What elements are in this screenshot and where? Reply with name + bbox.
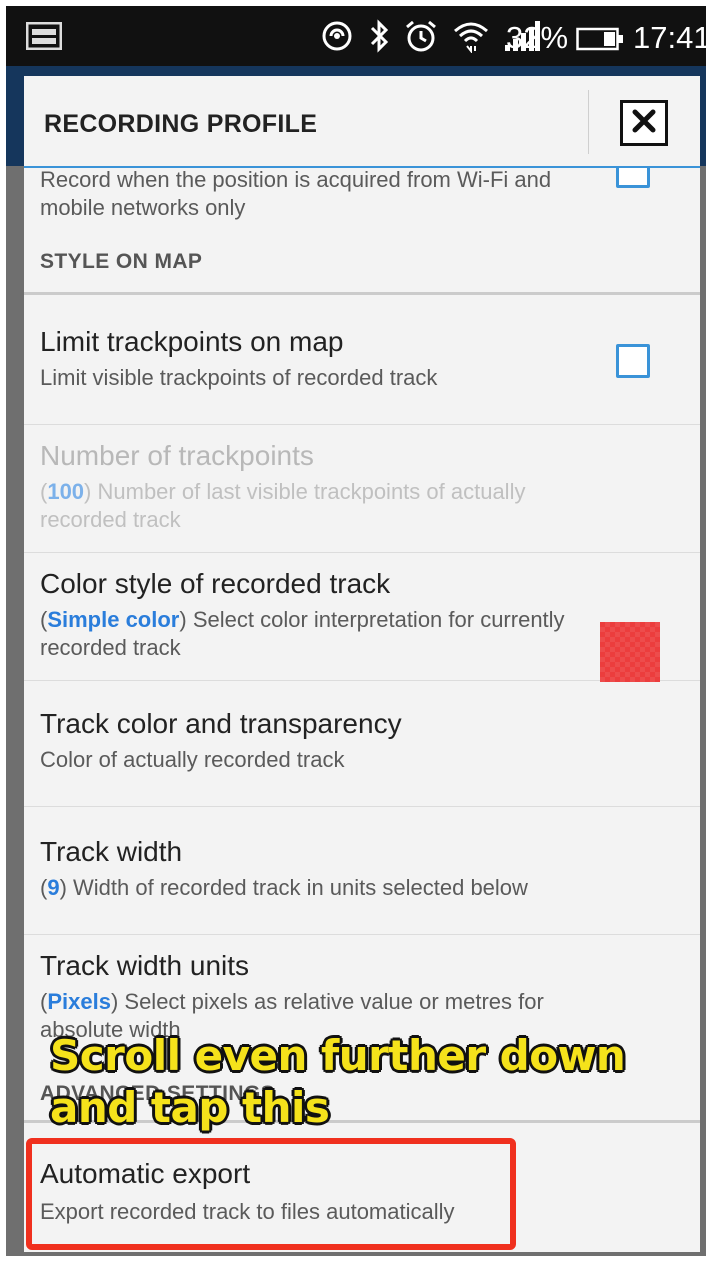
tutorial-callout: Scroll even further down and tap this — [50, 1030, 626, 1134]
setting-track-width-desc: Width of recorded track in units selecte… — [73, 875, 528, 900]
dialog-header: RECORDING PROFILE — [24, 76, 700, 168]
setting-network-only-checkbox[interactable] — [616, 168, 650, 188]
row-divider — [24, 424, 700, 425]
bluetooth-icon — [368, 18, 390, 58]
dialog-title: RECORDING PROFILE — [44, 110, 318, 138]
setting-track-width-units-title: Track width units — [40, 950, 250, 981]
row-divider — [24, 806, 700, 807]
setting-number-trackpoints-title: Number of trackpoints — [40, 440, 314, 471]
setting-track-width-title: Track width — [40, 836, 183, 867]
section-divider — [24, 292, 700, 295]
battery-icon — [576, 26, 626, 52]
highlight-box — [26, 1138, 516, 1250]
header-divider — [588, 90, 589, 154]
setting-color-style-title: Color style of recorded track — [40, 568, 391, 599]
setting-track-color-desc: Color of actually recorded track — [40, 747, 345, 772]
nfc-icon — [320, 19, 354, 58]
section-header-style: STYLE ON MAP — [40, 250, 203, 273]
screenshot-frame: 32% 17:41 RECORDING PROFILE Record when … — [0, 0, 712, 1262]
close-button[interactable] — [620, 100, 668, 146]
setting-limit-trackpoints-desc: Limit visible trackpoints of recorded tr… — [40, 365, 438, 390]
setting-network-only-desc: Record when the position is acquired fro… — [40, 168, 552, 220]
wifi-icon — [452, 19, 490, 58]
status-bar: 32% 17:41 — [6, 6, 711, 66]
setting-track-width-units-value: Pixels — [47, 989, 111, 1014]
screenshot-icon — [26, 22, 62, 50]
setting-color-style-value: Simple color — [47, 607, 180, 632]
row-divider — [24, 680, 700, 681]
setting-number-trackpoints-value: 100 — [47, 479, 85, 504]
alarm-icon — [404, 19, 438, 58]
track-color-swatch[interactable] — [600, 622, 660, 682]
clock-time: 17:41 — [633, 20, 711, 55]
setting-track-color-title: Track color and transparency — [40, 708, 402, 739]
callout-line-1: Scroll even further down — [50, 1031, 626, 1080]
battery-percent: 32% — [506, 20, 569, 55]
setting-number-trackpoints-desc: Number of last visible trackpoints of ac… — [40, 479, 526, 532]
callout-line-2: and tap this — [50, 1083, 330, 1132]
setting-limit-trackpoints-checkbox[interactable] — [616, 344, 650, 378]
row-divider — [24, 552, 700, 553]
setting-limit-trackpoints-title: Limit trackpoints on map — [40, 326, 344, 357]
setting-track-width-value: 9 — [47, 875, 60, 900]
close-icon — [630, 107, 658, 140]
row-divider — [24, 934, 700, 935]
